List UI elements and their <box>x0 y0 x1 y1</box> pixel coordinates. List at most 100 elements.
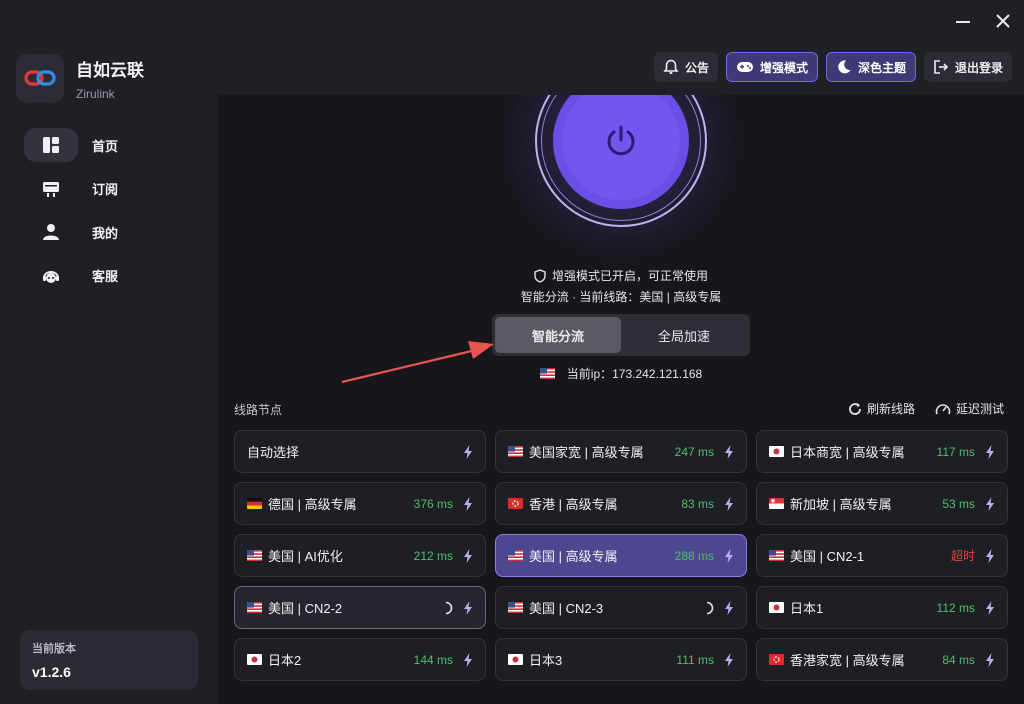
current-route-text: 智能分流 · 当前线路：美国 | 高级专属 <box>520 290 722 304</box>
global-accel-tab[interactable]: 全局加速 <box>621 317 747 353</box>
node-name: 日本3 <box>529 653 563 668</box>
smart-routing-tab[interactable]: 智能分流 <box>495 317 621 353</box>
bolt-icon <box>986 496 994 511</box>
node-item[interactable]: 美国 | CN2-2 <box>234 586 486 629</box>
node-item[interactable]: 日本商宽 | 高级专属 117 ms <box>756 430 1008 473</box>
sidebar-item-label: 我的 <box>92 225 119 241</box>
nodes-title: 线路节点 <box>234 403 283 417</box>
node-item[interactable]: 香港家宽 | 高级专属 84 ms <box>756 638 1008 681</box>
logout-label: 退出登录 <box>954 60 1003 75</box>
latency-test-button[interactable]: 延迟测试 <box>935 400 1004 417</box>
gamepad-icon <box>736 62 753 72</box>
node-latency: 83 ms <box>681 496 714 511</box>
minimize-button[interactable] <box>950 8 976 34</box>
node-latency: 112 ms <box>936 600 975 615</box>
node-name: 美国家宽 | 高级专属 <box>529 445 644 460</box>
refresh-icon <box>849 402 861 415</box>
node-item[interactable]: 日本3 111 ms <box>495 638 747 681</box>
node-name: 新加坡 | 高级专属 <box>790 497 892 512</box>
toolbar: 公告 增强模式 深色主题 退出登录 <box>653 52 1012 82</box>
bolt-icon <box>464 496 472 511</box>
hk-flag-icon <box>769 654 784 665</box>
sidebar-nav: 首页 订阅 我的 客服 <box>24 128 194 302</box>
node-item[interactable]: 美国 | 高级专属 288 ms <box>495 534 747 577</box>
node-name: 美国 | AI优化 <box>268 549 343 564</box>
main-panel: 增强模式已开启，可正常使用 智能分流 · 当前线路：美国 | 高级专属 智能分流… <box>218 95 1024 704</box>
logout-button[interactable]: 退出登录 <box>923 52 1012 82</box>
node-item[interactable]: 新加坡 | 高级专属 53 ms <box>756 482 1008 525</box>
status-line: 增强模式已开启，可正常使用 <box>218 267 1024 284</box>
node-item[interactable]: 日本2 144 ms <box>234 638 486 681</box>
enhanced-mode-button[interactable]: 增强模式 <box>725 52 818 82</box>
node-name: 美国 | CN2-1 <box>790 549 865 564</box>
sidebar-item-home[interactable]: 首页 <box>24 128 194 162</box>
refresh-nodes-button[interactable]: 刷新线路 <box>848 400 915 417</box>
node-latency: 117 ms <box>936 444 975 459</box>
bell-icon <box>663 59 679 74</box>
node-name: 美国 | 高级专属 <box>529 549 618 564</box>
brand: 自如云联 Zirulink <box>16 54 144 102</box>
dark-theme-label: 深色主题 <box>857 60 906 75</box>
node-latency: 84 ms <box>942 652 975 667</box>
dark-theme-button[interactable]: 深色主题 <box>825 52 916 82</box>
bolt-icon <box>725 496 733 511</box>
bolt-icon <box>986 600 994 615</box>
speedometer-icon <box>935 403 951 414</box>
sidebar-item-label: 订阅 <box>92 182 119 197</box>
user-icon <box>43 224 59 240</box>
bolt-icon <box>725 548 733 563</box>
power-icon <box>607 125 635 156</box>
bolt-icon <box>986 444 994 459</box>
announcement-button[interactable]: 公告 <box>653 52 718 82</box>
bolt-icon <box>464 444 472 459</box>
sidebar-item-profile[interactable]: 我的 <box>24 215 194 249</box>
status-text: 增强模式已开启，可正常使用 <box>551 269 708 283</box>
node-name: 自动选择 <box>247 445 300 460</box>
bolt-icon <box>986 548 994 563</box>
version-label: 当前版本 <box>32 643 76 655</box>
minimize-icon <box>956 21 970 23</box>
sidebar-item-subscription[interactable]: 订阅 <box>24 172 194 206</box>
node-item[interactable]: 日本1 112 ms <box>756 586 1008 629</box>
shield-icon <box>534 268 546 283</box>
node-latency: 超时 <box>950 549 975 563</box>
hk-flag-icon <box>508 498 523 509</box>
app-name: 自如云联 <box>76 60 144 80</box>
bolt-icon <box>464 548 472 563</box>
node-item[interactable]: 美国 | CN2-1 超时 <box>756 534 1008 577</box>
node-name: 德国 | 高级专属 <box>268 497 357 512</box>
node-latency: 212 ms <box>413 548 453 563</box>
node-item[interactable]: 美国家宽 | 高级专属 247 ms <box>495 430 747 473</box>
node-item[interactable]: 美国 | AI优化 212 ms <box>234 534 486 577</box>
link-logo-icon <box>24 70 56 86</box>
dashboard-icon <box>43 137 59 153</box>
node-item[interactable]: 德国 | 高级专属 376 ms <box>234 482 486 525</box>
sidebar-item-label: 客服 <box>92 269 119 284</box>
jp-flag-icon <box>508 654 523 665</box>
node-name: 美国 | CN2-2 <box>268 601 343 616</box>
bolt-icon <box>986 652 994 667</box>
sidebar-item-label: 首页 <box>92 138 119 154</box>
close-icon <box>996 14 1010 28</box>
node-item[interactable]: 自动选择 <box>234 430 486 473</box>
power-control <box>495 95 747 267</box>
us-flag-icon <box>508 446 523 457</box>
node-latency: 144 ms <box>413 652 453 667</box>
enhanced-mode-label: 增强模式 <box>759 60 808 75</box>
us-flag-icon <box>539 368 555 379</box>
node-item[interactable]: 美国 | CN2-3 <box>495 586 747 629</box>
mode-switch: 智能分流 全局加速 <box>492 314 750 356</box>
node-name: 美国 | CN2-3 <box>529 601 604 616</box>
announcement-label: 公告 <box>684 60 709 75</box>
bolt-icon <box>725 444 733 459</box>
us-flag-icon <box>769 550 784 561</box>
loading-spinner-icon <box>706 601 714 614</box>
node-latency: 111 ms <box>676 652 714 667</box>
version-value: v1.2.6 <box>32 664 71 680</box>
jp-flag-icon <box>769 446 784 457</box>
close-button[interactable] <box>990 8 1016 34</box>
bolt-icon <box>464 600 472 615</box>
node-item[interactable]: 香港 | 高级专属 83 ms <box>495 482 747 525</box>
refresh-label: 刷新线路 <box>866 402 915 416</box>
sidebar-item-support[interactable]: 客服 <box>24 259 194 293</box>
